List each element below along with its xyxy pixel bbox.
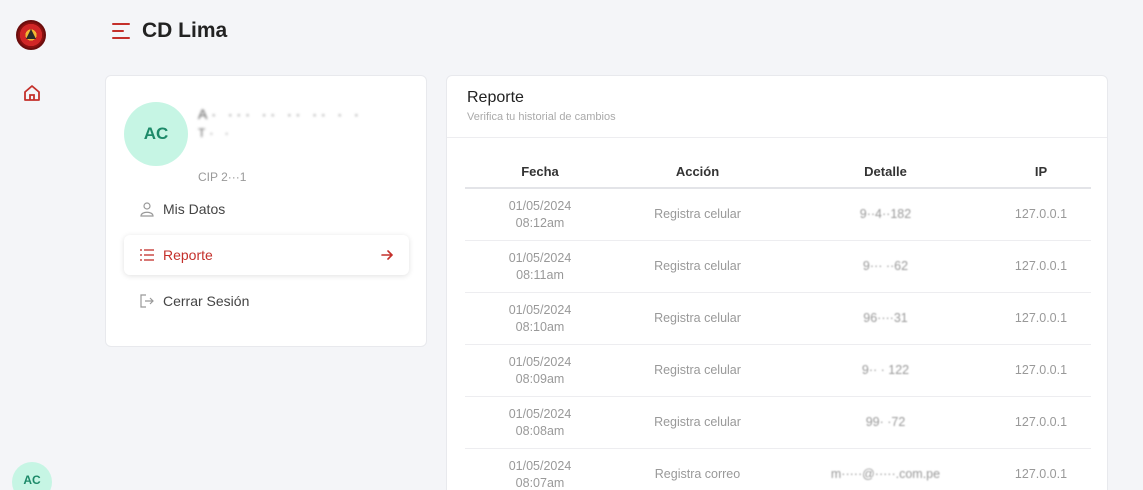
table-header: Fecha Acción Detalle IP [465, 156, 1091, 189]
detail-cell: 99· ·72 [865, 415, 906, 429]
profile-name-line2: T· · [198, 126, 233, 140]
table-row: 01/05/2024 08:08am Registra celular 99· ·… [465, 397, 1091, 449]
detail-cell: 9··· ··62 [862, 259, 909, 273]
nav-item-cerrar-sesion[interactable]: Cerrar Sesión [124, 281, 409, 321]
home-icon[interactable] [22, 83, 42, 103]
side-rail: AC [0, 0, 68, 490]
column-header-detalle: Detalle [864, 164, 907, 179]
report-card: Reporte Verifica tu historial de cambios… [446, 75, 1108, 490]
ip-cell: 127.0.0.1 [1014, 311, 1068, 325]
ip-cell: 127.0.0.1 [1014, 363, 1068, 377]
profile-name: A· ··· ·· ·· ·· · · [198, 106, 363, 122]
action-cell: Registra celular [654, 363, 741, 377]
detail-cell: 9·· · 122 [861, 363, 910, 377]
page-header: CD Lima [68, 0, 1143, 62]
logout-icon [139, 293, 155, 309]
table-row: 01/05/2024 08:07am Registra correo m·····… [465, 449, 1091, 490]
nav-item-mis-datos[interactable]: Mis Datos [124, 189, 409, 229]
action-cell: Registra celular [654, 259, 741, 273]
ip-cell: 127.0.0.1 [1014, 259, 1068, 273]
organization-logo [16, 20, 46, 50]
nav-label: Mis Datos [163, 201, 226, 217]
date-cell: 01/05/2024 08:10am [508, 302, 572, 334]
detail-cell: m·····@·····.com.pe [830, 467, 941, 481]
ip-cell: 127.0.0.1 [1014, 415, 1068, 429]
date-cell: 01/05/2024 08:11am [508, 250, 572, 282]
profile-cip: CIP 2···1 [198, 170, 247, 184]
table-row: 01/05/2024 08:11am Registra celular 9··· … [465, 241, 1091, 293]
table-row: 01/05/2024 08:10am Registra celular 96···… [465, 293, 1091, 345]
list-icon [139, 247, 155, 263]
menu-icon[interactable] [112, 23, 130, 39]
user-avatar-small[interactable]: AC [12, 462, 52, 490]
history-table: Fecha Acción Detalle IP 01/05/2024 08:12a… [465, 156, 1091, 490]
date-cell: 01/05/2024 08:08am [508, 406, 572, 438]
report-subtitle: Verifica tu historial de cambios [467, 111, 616, 123]
column-header-fecha: Fecha [521, 164, 559, 179]
column-header-ip: IP [1034, 164, 1048, 179]
page-title: CD Lima [142, 19, 228, 42]
detail-cell: 96····31 [863, 311, 908, 325]
nav-label: Cerrar Sesión [163, 293, 250, 309]
date-cell: 01/05/2024 08:12am [508, 198, 572, 230]
action-cell: Registra correo [654, 467, 741, 481]
profile-card: AC A· ··· ·· ·· ·· · · T· · CIP 2···1 Mi… [105, 75, 427, 347]
date-cell: 01/05/2024 08:09am [508, 354, 572, 386]
detail-cell: 9··4··182 [859, 207, 912, 221]
report-header: Reporte Verifica tu historial de cambios [447, 76, 1107, 138]
table-row: 01/05/2024 08:12am Registra celular 9··4·… [465, 189, 1091, 241]
action-cell: Registra celular [654, 311, 741, 325]
date-cell: 01/05/2024 08:07am [508, 458, 572, 490]
user-icon [139, 201, 155, 217]
action-cell: Registra celular [654, 207, 741, 221]
ip-cell: 127.0.0.1 [1014, 207, 1068, 221]
table-row: 01/05/2024 08:09am Registra celular 9·· ·… [465, 345, 1091, 397]
nav-label: Reporte [163, 247, 213, 263]
ip-cell: 127.0.0.1 [1014, 467, 1068, 481]
report-title: Reporte [467, 89, 524, 106]
action-cell: Registra celular [654, 415, 741, 429]
avatar: AC [124, 102, 188, 166]
column-header-accion: Acción [675, 164, 720, 179]
arrow-right-icon [379, 247, 395, 263]
nav-item-reporte[interactable]: Reporte [124, 235, 409, 275]
